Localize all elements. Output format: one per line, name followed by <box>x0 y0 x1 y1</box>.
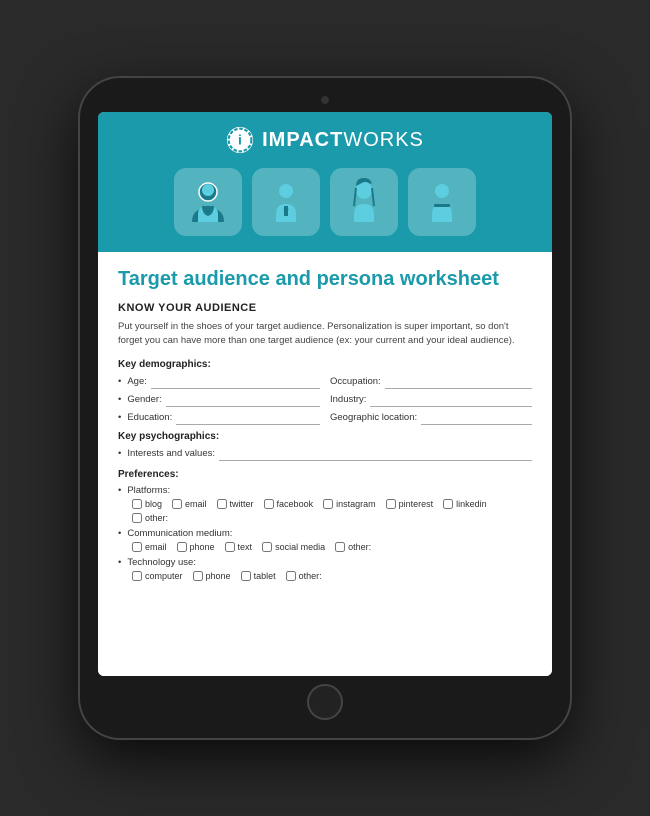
tablet-screen: i IMPACTWORKS <box>98 112 552 676</box>
communication-section: • Communication medium: email phone text… <box>118 528 532 552</box>
persona-icon-2 <box>252 168 320 236</box>
header-section: i IMPACTWORKS <box>98 112 552 252</box>
logo-gear-icon: i <box>226 126 254 154</box>
occupation-input-line[interactable] <box>385 375 532 389</box>
field-row-3: • Education: Geographic location: <box>118 411 532 425</box>
preferences-label: Preferences: <box>118 469 532 480</box>
checkbox-linkedin[interactable]: linkedin <box>443 499 487 509</box>
checkbox-tablet[interactable]: tablet <box>241 571 276 581</box>
geographic-field: Geographic location: <box>330 411 532 425</box>
checkbox-other-tech[interactable]: other: <box>286 571 322 581</box>
logo-text: IMPACTWORKS <box>262 129 424 152</box>
content-area: Target audience and persona worksheet KN… <box>98 252 552 676</box>
checkbox-blog[interactable]: blog <box>132 499 162 509</box>
technology-section: • Technology use: computer phone tablet … <box>118 557 532 581</box>
age-label: Age: <box>127 376 147 387</box>
technology-header: • Technology use: <box>118 557 532 568</box>
communication-label: Communication medium: <box>127 528 232 539</box>
geographic-label: Geographic location: <box>330 412 417 423</box>
checkbox-instagram[interactable]: instagram <box>323 499 376 509</box>
checkbox-computer[interactable]: computer <box>132 571 183 581</box>
platforms-label: Platforms: <box>127 485 170 496</box>
person4-icon <box>416 176 468 228</box>
person2-icon <box>260 176 312 228</box>
tablet-camera <box>321 96 329 104</box>
logo-area: i IMPACTWORKS <box>118 126 532 154</box>
checkbox-twitter[interactable]: twitter <box>217 499 254 509</box>
age-input-line[interactable] <box>151 375 320 389</box>
persona-icon-3 <box>330 168 398 236</box>
persona-icon-1 <box>174 168 242 236</box>
svg-text:i: i <box>238 131 242 147</box>
checkbox-email-platform[interactable]: email <box>172 499 207 509</box>
field-row-2: • Gender: Industry: <box>118 393 532 407</box>
checkbox-social-media[interactable]: social media <box>262 542 325 552</box>
technology-label: Technology use: <box>127 557 196 568</box>
checkbox-facebook[interactable]: facebook <box>264 499 314 509</box>
education-input-line[interactable] <box>176 411 320 425</box>
checkbox-other-comm[interactable]: other: <box>335 542 371 552</box>
checkbox-email-comm[interactable]: email <box>132 542 167 552</box>
gender-input-line[interactable] <box>166 393 320 407</box>
education-label: Education: <box>127 412 172 423</box>
technology-checkboxes: computer phone tablet other: <box>118 571 532 581</box>
person1-icon <box>182 176 234 228</box>
psychographics-label: Key psychographics: <box>118 431 532 442</box>
demographics-label: Key demographics: <box>118 359 532 370</box>
platforms-checkboxes: blog email twitter facebook instagram pi… <box>118 499 532 523</box>
industry-field: Industry: <box>330 393 532 407</box>
checkbox-phone-comm[interactable]: phone <box>177 542 215 552</box>
communication-checkboxes: email phone text social media other: <box>118 542 532 552</box>
age-field: • Age: <box>118 375 320 389</box>
tablet-home-button[interactable] <box>307 684 343 720</box>
intro-paragraph: Put yourself in the shoes of your target… <box>118 320 532 349</box>
person3-icon <box>338 176 390 228</box>
gender-label: Gender: <box>127 394 161 405</box>
checkbox-pinterest[interactable]: pinterest <box>386 499 434 509</box>
interests-input-line[interactable] <box>219 447 532 461</box>
checkbox-phone-tech[interactable]: phone <box>193 571 231 581</box>
gender-field: • Gender: <box>118 393 320 407</box>
checkbox-text[interactable]: text <box>225 542 253 552</box>
know-audience-heading: KNOW YOUR AUDIENCE <box>118 302 532 314</box>
communication-header: • Communication medium: <box>118 528 532 539</box>
tablet: i IMPACTWORKS <box>80 78 570 738</box>
occupation-label: Occupation: <box>330 376 381 387</box>
education-field: • Education: <box>118 411 320 425</box>
industry-input-line[interactable] <box>370 393 532 407</box>
persona-icons-row <box>118 168 532 236</box>
interests-label: Interests and values: <box>127 448 215 459</box>
platforms-header: • Platforms: <box>118 485 532 496</box>
industry-label: Industry: <box>330 394 366 405</box>
occupation-field: Occupation: <box>330 375 532 389</box>
geographic-input-line[interactable] <box>421 411 532 425</box>
checkbox-other-platform[interactable]: other: <box>132 513 168 523</box>
interests-field: • Interests and values: <box>118 447 532 461</box>
persona-icon-4 <box>408 168 476 236</box>
page-title: Target audience and persona worksheet <box>118 266 532 292</box>
field-row-1: • Age: Occupation: <box>118 375 532 389</box>
platforms-section: • Platforms: blog email twitter facebook… <box>118 485 532 523</box>
